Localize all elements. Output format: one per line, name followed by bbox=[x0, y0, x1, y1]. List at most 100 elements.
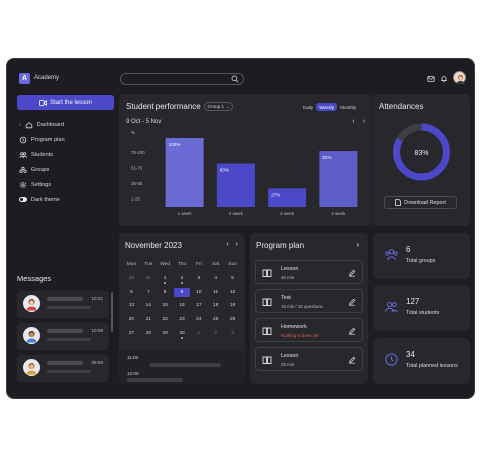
plan-item[interactable]: Test 15 min / 10 questions bbox=[255, 289, 363, 313]
attendance-percent: 83% bbox=[414, 150, 429, 157]
calendar-day[interactable]: 13 bbox=[123, 301, 140, 310]
plan-item[interactable]: Homework Nothing is done yet bbox=[255, 318, 363, 342]
calendar-day[interactable]: 18 bbox=[207, 301, 224, 310]
bar-value-label: 100% bbox=[169, 142, 181, 147]
chevron-right-icon: › bbox=[19, 121, 21, 128]
message-preview-placeholder bbox=[47, 306, 91, 309]
sidebar-item-groups[interactable]: Groups bbox=[17, 162, 115, 177]
bar-value-label: 63% bbox=[220, 168, 229, 173]
sidebar-item-label: Program plan bbox=[31, 136, 65, 143]
program-plan-title: Program plan bbox=[256, 241, 305, 250]
edit-icon[interactable] bbox=[348, 298, 356, 306]
plan-item[interactable]: Lesson 25 min bbox=[255, 347, 363, 371]
user-avatar[interactable] bbox=[453, 71, 466, 84]
mail-icon[interactable] bbox=[427, 75, 435, 83]
calendar-day[interactable]: 23 bbox=[174, 315, 191, 324]
app-logo: A bbox=[19, 73, 30, 84]
calendar-day[interactable]: 1 bbox=[190, 329, 207, 338]
calendar-day[interactable]: 10 bbox=[190, 288, 207, 297]
bell-icon[interactable] bbox=[440, 75, 448, 83]
calendar-day[interactable]: 11 bbox=[207, 288, 224, 297]
y-tick-label: 1-25 bbox=[131, 197, 140, 202]
calendar-day[interactable]: 12 bbox=[224, 288, 241, 297]
book-icon bbox=[262, 298, 272, 306]
weekday-label: Sat bbox=[212, 262, 220, 267]
message-item[interactable]: 10:08 bbox=[17, 323, 109, 350]
chevron-right-icon[interactable]: › bbox=[356, 240, 359, 249]
plan-item-detail: 25 min bbox=[281, 362, 295, 367]
download-report-label: Download Report bbox=[404, 199, 446, 206]
calendar-day[interactable]: 22 bbox=[157, 315, 174, 324]
sidebar-item-settings[interactable]: Settings bbox=[17, 177, 115, 192]
calendar-day[interactable]: 8 bbox=[157, 288, 174, 297]
calendar-day[interactable]: 31 bbox=[140, 274, 157, 283]
bar[interactable] bbox=[268, 188, 307, 207]
schedule-event-placeholder[interactable] bbox=[127, 378, 183, 382]
weekday-label: Sun bbox=[228, 262, 237, 267]
calendar-day[interactable]: 16 bbox=[174, 301, 191, 310]
calendar-day[interactable]: 20 bbox=[123, 315, 140, 324]
bar[interactable] bbox=[165, 138, 204, 207]
calendar-day[interactable]: 30 bbox=[123, 274, 140, 283]
weekday-label: Mon bbox=[126, 262, 137, 267]
calendar-day[interactable]: 30 bbox=[174, 329, 191, 339]
calendar-day[interactable]: 7 bbox=[140, 288, 157, 297]
calendar-day[interactable]: 17 bbox=[190, 301, 207, 310]
schedule-time: 12:00 bbox=[127, 371, 139, 376]
edit-icon[interactable] bbox=[348, 269, 356, 277]
calendar-day[interactable]: 5 bbox=[224, 274, 241, 283]
calendar-day[interactable]: 3 bbox=[224, 329, 241, 338]
calendar-day[interactable]: 15 bbox=[157, 301, 174, 310]
messages-scrollbar[interactable] bbox=[111, 292, 113, 332]
calendar-day[interactable]: 26 bbox=[224, 315, 241, 324]
plan-item[interactable]: Lesson 40 min bbox=[255, 260, 363, 284]
chevron-left-icon[interactable]: ‹ bbox=[226, 241, 228, 248]
plan-item-detail: 40 min bbox=[281, 275, 295, 280]
weekday-label: Fri bbox=[196, 262, 202, 267]
messages-title: Messages bbox=[17, 274, 52, 283]
calendar-day[interactable]: 27 bbox=[123, 329, 140, 338]
message-sender-placeholder bbox=[47, 329, 83, 333]
weekday-label: Wed bbox=[160, 262, 171, 267]
chevron-right-icon[interactable]: › bbox=[236, 241, 238, 248]
download-report-button[interactable]: Download Report bbox=[384, 196, 457, 209]
users-icon bbox=[19, 151, 27, 158]
message-sender-placeholder bbox=[47, 361, 83, 365]
search-input[interactable] bbox=[120, 73, 244, 85]
calendar-day[interactable]: 1 bbox=[157, 274, 174, 284]
stat-number: 127 bbox=[406, 297, 420, 306]
plan-item-name: Homework bbox=[281, 324, 307, 330]
calendar-day[interactable]: 29 bbox=[157, 329, 174, 338]
sidebar-item-program-plan[interactable]: Program plan bbox=[17, 132, 115, 147]
toggle-switch[interactable] bbox=[19, 197, 27, 202]
person-icon bbox=[26, 331, 37, 343]
calendar-day[interactable]: 2 bbox=[207, 329, 224, 338]
lessons-icon bbox=[385, 353, 398, 366]
clock-icon bbox=[19, 136, 27, 143]
edit-icon[interactable] bbox=[348, 356, 356, 364]
calendar-day[interactable]: 2 bbox=[174, 274, 191, 284]
sidebar-item-dashboard[interactable]: › Dashboard bbox=[17, 117, 115, 132]
calendar-day[interactable]: 19 bbox=[224, 301, 241, 310]
message-item[interactable]: 09:56 bbox=[17, 355, 109, 382]
stat-number: 34 bbox=[406, 350, 415, 359]
edit-icon[interactable] bbox=[348, 327, 356, 335]
calendar-day[interactable]: 21 bbox=[140, 315, 157, 324]
schedule-event-placeholder[interactable] bbox=[149, 363, 221, 367]
x-tick-label: 1 week bbox=[178, 211, 193, 216]
calendar-day[interactable]: 24 bbox=[190, 315, 207, 324]
calendar-day[interactable]: 14 bbox=[140, 301, 157, 310]
calendar-day[interactable]: 6 bbox=[123, 288, 140, 297]
app-window: A Academy Start the lesson › Dashboard P… bbox=[6, 58, 475, 399]
message-item[interactable]: 10:21 bbox=[17, 291, 109, 318]
sidebar-item-students[interactable]: Students bbox=[17, 147, 115, 162]
calendar-day[interactable]: 3 bbox=[190, 274, 207, 283]
start-lesson-button[interactable]: Start the lesson bbox=[17, 95, 114, 110]
calendar-day[interactable]: 28 bbox=[140, 329, 157, 338]
plan-item-detail: Nothing is done yet bbox=[281, 333, 319, 338]
dark-theme-toggle[interactable]: Dark theme bbox=[17, 192, 115, 207]
calendar-day-selected[interactable]: 9 bbox=[173, 287, 191, 297]
calendar-day[interactable]: 25 bbox=[207, 315, 224, 324]
calendar-day[interactable]: 4 bbox=[207, 274, 224, 283]
book-icon bbox=[262, 269, 272, 277]
